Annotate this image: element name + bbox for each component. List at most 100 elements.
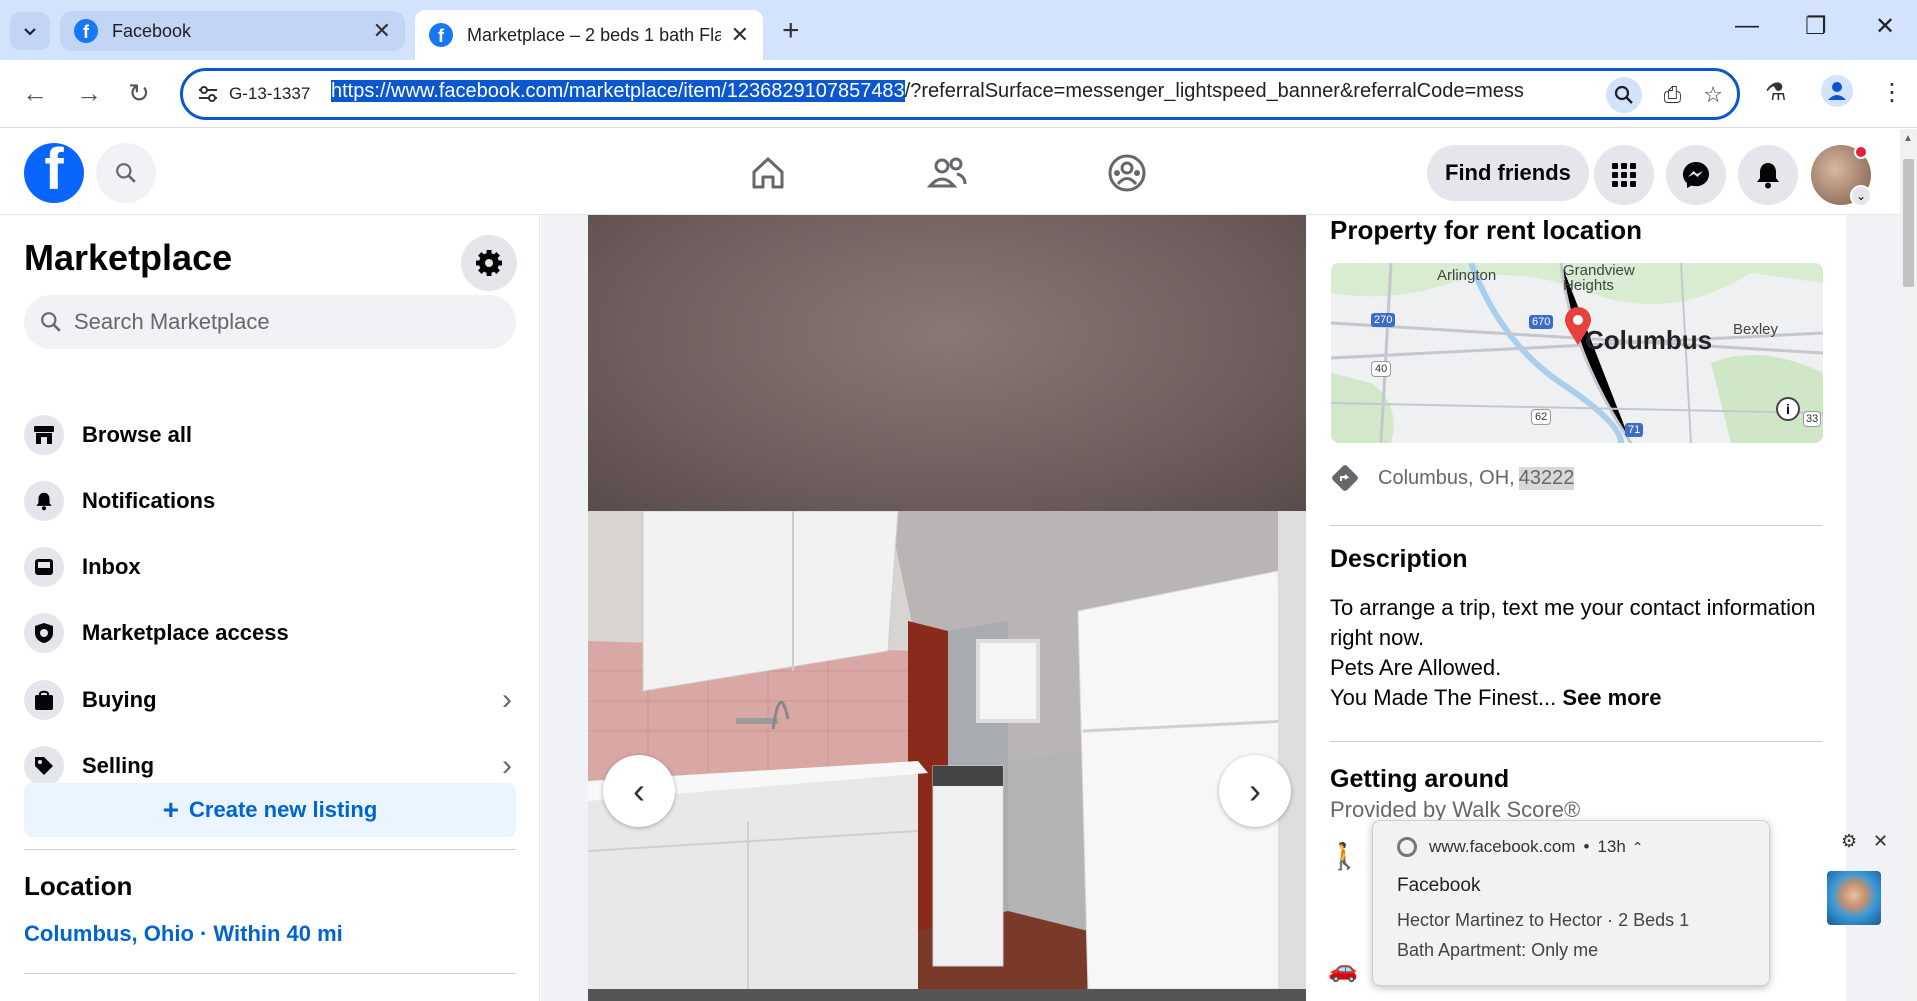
notification-body: Hector Martinez to Hector · 2 Beds 1 Bat… — [1397, 910, 1690, 960]
divider — [1330, 741, 1822, 742]
description-heading: Description — [1330, 545, 1468, 573]
close-window-icon[interactable]: ✕ — [1875, 12, 1895, 41]
browser-toolbar: ← → ↻ G-13-1337 https://www.facebook.com… — [0, 60, 1917, 128]
tune-icon — [199, 86, 217, 102]
friends-icon[interactable] — [923, 149, 971, 197]
new-tab-button[interactable]: + — [782, 14, 800, 48]
search-icon[interactable] — [1605, 77, 1642, 113]
settings-gear-icon[interactable] — [461, 235, 517, 291]
site-chip-label: G-13-1337 — [229, 84, 311, 103]
notification-sender-avatar — [1827, 871, 1881, 925]
map-shield-40: 40 — [1371, 361, 1392, 377]
location-text: Columbus, OH, — [1378, 466, 1515, 489]
location-zip: 43222 — [1518, 466, 1575, 490]
search-icon — [41, 312, 61, 332]
sidebar-item-inbox[interactable]: Inbox — [24, 539, 516, 595]
tab-facebook[interactable]: f Facebook ✕ — [60, 11, 405, 51]
labs-flask-icon[interactable]: ⚗ — [1765, 78, 1787, 107]
bell-icon — [24, 481, 64, 521]
create-listing-label: Create new listing — [189, 797, 378, 822]
sidebar-item-marketplace-access[interactable]: Marketplace access — [24, 605, 516, 661]
facebook-header: f Find friends ⌄ — [0, 129, 1900, 215]
find-friends-button[interactable]: Find friends — [1427, 145, 1589, 201]
sidebar-item-notifications[interactable]: Notifications — [24, 473, 516, 529]
map-label-columbus: Columbus — [1585, 325, 1713, 355]
shopping-bag-icon — [24, 680, 64, 720]
home-icon[interactable] — [744, 149, 792, 197]
more-menu-icon[interactable]: ⋮ — [1880, 78, 1904, 107]
facebook-favicon-icon: f — [429, 23, 453, 47]
sidebar-item-label: Notifications — [82, 488, 216, 513]
close-tab-icon[interactable]: ✕ — [373, 18, 391, 44]
map-label-grandview: Grandview Heights — [1563, 263, 1635, 294]
facebook-favicon-icon: f — [74, 19, 98, 43]
description-line: You Made The Finest... — [1330, 685, 1557, 710]
chevron-up-icon[interactable]: ⌃ — [1632, 839, 1644, 856]
restore-icon[interactable]: ❐ — [1805, 12, 1827, 41]
sidebar-item-label: Buying — [82, 687, 157, 712]
reload-icon[interactable]: ↻ — [128, 78, 150, 109]
description-line: Pets Are Allowed. — [1330, 655, 1502, 680]
chevron-right-icon: › — [502, 683, 512, 716]
car-icon: 🚗 — [1328, 956, 1358, 983]
notification-close-icon[interactable]: ✕ — [1873, 831, 1888, 852]
location-filter-link[interactable]: Columbus, Ohio · Within 40 mi — [24, 921, 343, 947]
chevron-down-icon[interactable]: ⌄ — [1850, 185, 1872, 207]
inbox-icon — [24, 547, 64, 587]
site-info-chip[interactable]: G-13-1337 — [197, 80, 310, 108]
url-selected: https://www.facebook.com/marketplace/ite… — [331, 80, 905, 102]
notifications-bell-icon[interactable] — [1738, 145, 1798, 205]
browser-tab-bar: f Facebook ✕ f Marketplace – 2 beds 1 ba… — [0, 0, 1917, 60]
create-new-listing-button[interactable]: + Create new listing — [24, 783, 516, 837]
divider — [1330, 525, 1822, 526]
notification-source: www.facebook.com — [1429, 837, 1576, 856]
divider — [24, 973, 516, 974]
groups-icon[interactable] — [1103, 149, 1151, 197]
sidebar-item-buying[interactable]: Buying › — [24, 672, 516, 728]
system-notification[interactable]: www.facebook.com • 13h ⌃ ⚙ ✕ Facebook He… — [1372, 820, 1888, 986]
divider — [24, 849, 516, 850]
sidebar-item-label: Selling — [82, 753, 155, 778]
map-shield-670: 670 — [1529, 315, 1554, 329]
scrollbar-thumb[interactable] — [1903, 159, 1914, 287]
location-map[interactable]: Arlington Grandview Heights Columbus Bex… — [1331, 263, 1823, 443]
chevron-down-icon — [24, 28, 36, 36]
map-label-arlington: Arlington — [1437, 267, 1497, 284]
forward-icon[interactable]: → — [76, 78, 102, 109]
tab-marketplace[interactable]: f Marketplace – 2 beds 1 bath Fla ✕ — [415, 10, 763, 60]
search-icon[interactable] — [96, 143, 156, 203]
page-scrollbar[interactable]: ▲ — [1900, 129, 1917, 1001]
notification-title: Facebook — [1397, 875, 1481, 896]
photo-thumbnail-strip — [588, 989, 1306, 1001]
url-rest: /?referralSurface=messenger_lightspeed_b… — [904, 80, 1524, 102]
map-info-icon[interactable]: i — [1776, 397, 1800, 421]
address-bar[interactable]: G-13-1337 https://www.facebook.com/marke… — [180, 68, 1740, 120]
close-tab-icon[interactable]: ✕ — [731, 22, 749, 48]
notification-settings-gear-icon[interactable]: ⚙ — [1841, 831, 1857, 852]
tab-search-button[interactable] — [10, 12, 50, 50]
sidebar-item-browse-all[interactable]: Browse all — [24, 407, 516, 463]
search-placeholder: Search Marketplace — [74, 309, 270, 334]
map-shield-62: 62 — [1531, 409, 1552, 425]
profile-icon[interactable] — [1820, 74, 1854, 115]
location-heading: Location — [24, 871, 133, 901]
marketplace-search-input[interactable]: Search Marketplace — [24, 295, 516, 349]
see-more-link[interactable]: See more — [1562, 685, 1661, 710]
menu-grid-icon[interactable] — [1594, 145, 1654, 205]
minimize-icon[interactable]: — — [1735, 12, 1759, 40]
chevron-right-icon: › — [502, 749, 512, 782]
previous-photo-button[interactable]: ‹ — [603, 755, 675, 827]
install-app-icon[interactable]: ⎙ — [1664, 82, 1682, 108]
listing-photo-kitchen[interactable] — [588, 511, 1306, 989]
next-photo-button[interactable]: › — [1219, 755, 1291, 827]
notification-time: 13h — [1597, 837, 1626, 856]
sidebar-item-label: Marketplace access — [82, 620, 289, 645]
notification-dot — [1854, 145, 1868, 159]
scroll-up-arrow-icon[interactable]: ▲ — [1903, 133, 1913, 144]
facebook-logo-icon[interactable]: f — [24, 143, 84, 203]
back-icon[interactable]: ← — [22, 78, 48, 109]
bookmark-star-icon[interactable]: ☆ — [1703, 82, 1723, 108]
messenger-icon[interactable] — [1666, 145, 1726, 205]
map-shield-71: 71 — [1625, 423, 1644, 437]
url-text[interactable]: https://www.facebook.com/marketplace/ite… — [331, 80, 1541, 103]
